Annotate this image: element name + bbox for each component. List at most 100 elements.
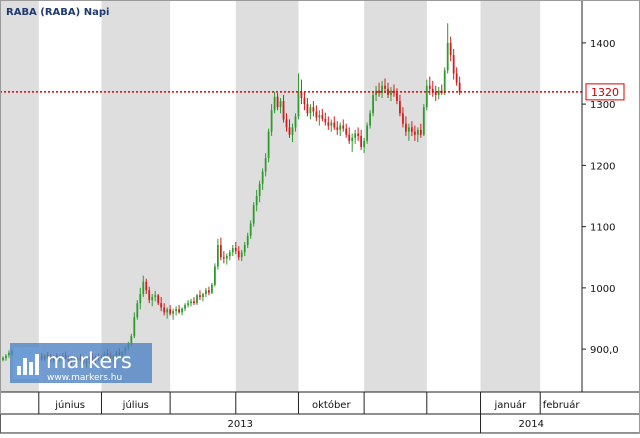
y-tick-label: 1400 xyxy=(590,39,615,50)
candle-body xyxy=(285,119,288,128)
candle-body xyxy=(348,134,351,141)
candle-body xyxy=(196,295,198,304)
candle-body xyxy=(178,309,180,313)
month-stripe xyxy=(235,0,299,392)
candle-body xyxy=(187,303,189,306)
watermark-bar-icon xyxy=(17,366,21,375)
candle-body xyxy=(291,127,294,135)
candle-body xyxy=(309,107,312,114)
candle-body xyxy=(303,98,306,105)
candle-body xyxy=(151,297,154,301)
y-tick-label: 1200 xyxy=(590,161,615,172)
candle-body xyxy=(360,135,363,147)
candle-body xyxy=(372,94,374,114)
candle-body xyxy=(181,308,183,313)
candle-body xyxy=(193,301,195,304)
candle-body xyxy=(136,303,139,318)
candle-body xyxy=(449,42,452,56)
candle-body xyxy=(390,90,392,95)
candle-body xyxy=(154,295,157,298)
candle-body xyxy=(452,55,455,74)
candle-body xyxy=(279,101,282,108)
candle-body xyxy=(267,131,270,159)
month-label: július xyxy=(122,399,149,411)
current-price-label: 1320 xyxy=(591,86,619,99)
candle-body xyxy=(402,113,404,124)
candle-body xyxy=(399,101,401,114)
month-label: január xyxy=(493,399,527,411)
candle-body xyxy=(169,309,172,314)
candle-body xyxy=(234,248,237,252)
candle-body xyxy=(410,127,413,132)
candle-body xyxy=(425,85,428,108)
candle-body xyxy=(443,70,446,94)
candle-body xyxy=(330,122,333,126)
watermark-brand: markers xyxy=(46,349,132,373)
candle-body xyxy=(175,309,177,312)
watermark-bar-icon xyxy=(35,354,39,375)
candle-body xyxy=(249,223,252,236)
candle-body xyxy=(342,125,345,129)
candle-body xyxy=(2,357,4,361)
month-stripe xyxy=(364,0,427,392)
candle-body xyxy=(222,257,225,259)
candle-body xyxy=(205,290,207,294)
candle-body xyxy=(306,104,309,114)
candle-body xyxy=(166,309,169,313)
candle-body xyxy=(458,82,461,92)
candle-body xyxy=(270,110,273,132)
candle-body xyxy=(378,90,380,94)
watermark-url: www.markers.hu xyxy=(47,373,122,383)
candle-body xyxy=(324,118,327,123)
month-label: június xyxy=(54,399,85,411)
candle-body xyxy=(351,137,354,141)
month-label: október xyxy=(312,399,351,411)
candle-body xyxy=(202,294,204,298)
candle-body xyxy=(142,281,145,294)
candle-body xyxy=(163,307,166,313)
candle-body xyxy=(240,252,243,258)
candle-body xyxy=(190,301,192,304)
candle-body xyxy=(5,355,7,359)
candle-body xyxy=(139,294,142,304)
candle-body xyxy=(216,245,219,267)
year-label: 2013 xyxy=(228,419,253,430)
year-label: 2014 xyxy=(519,419,544,430)
candle-body xyxy=(336,127,339,130)
month-stripe xyxy=(480,0,541,392)
y-tick-label: 1000 xyxy=(590,284,615,295)
candle-body xyxy=(255,196,258,206)
candle-body xyxy=(345,128,348,135)
candle-body xyxy=(446,42,449,71)
candle-body xyxy=(300,91,303,98)
candle-body xyxy=(148,290,151,301)
candle-body xyxy=(213,266,216,285)
chart-title: RABA (RABA) Napi xyxy=(6,7,109,18)
candle-body xyxy=(208,290,210,293)
candle-body xyxy=(384,85,386,89)
candle-body xyxy=(354,133,357,138)
candle-body xyxy=(258,183,261,196)
chart-svg: 1320 markerswww.markers.hu június július ok… xyxy=(0,0,640,434)
y-tick-label: 1300 xyxy=(590,100,615,111)
candle-body xyxy=(455,73,458,83)
candle-body xyxy=(276,96,279,108)
candle-body xyxy=(363,140,366,147)
candle-body xyxy=(8,352,10,356)
candle-body xyxy=(339,125,342,130)
candle-body xyxy=(243,245,246,253)
candle-body xyxy=(157,295,160,304)
candle-body xyxy=(261,171,264,184)
candle-body xyxy=(357,133,360,136)
candle-body xyxy=(333,122,336,128)
candle-body xyxy=(318,115,321,118)
watermark-bar-icon xyxy=(23,358,27,375)
candle-body xyxy=(231,248,234,253)
candle-body xyxy=(407,127,410,132)
candle-body xyxy=(199,295,201,298)
candle-body xyxy=(172,311,175,314)
candle-body xyxy=(237,251,240,258)
candle-body xyxy=(413,131,416,135)
candle-body xyxy=(211,284,213,293)
candle-body xyxy=(396,93,398,102)
